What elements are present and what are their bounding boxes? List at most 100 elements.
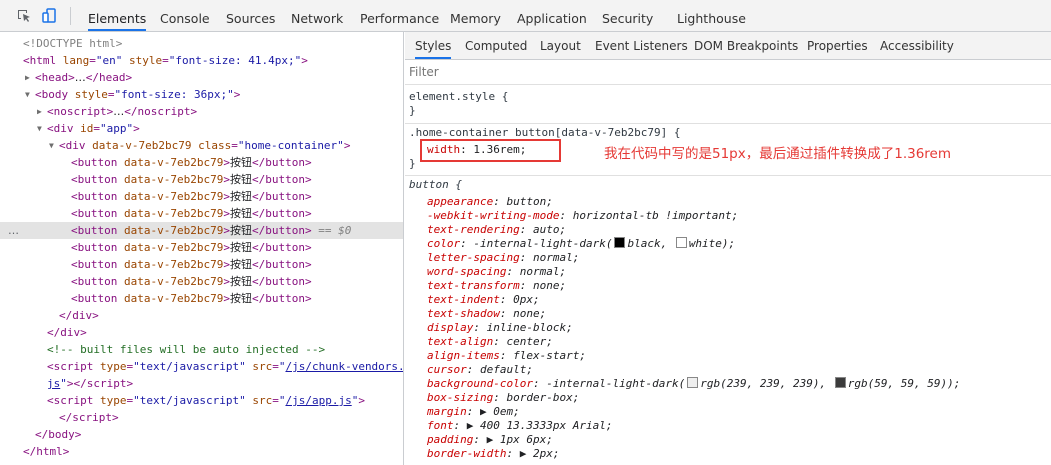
property-value: -internal-light-dark( bbox=[473, 237, 613, 250]
tab-lighthouse[interactable]: Lighthouse bbox=[677, 0, 746, 31]
property-value: normal; bbox=[532, 251, 580, 264]
comment-text: <!-- built files will be auto injected -… bbox=[47, 343, 326, 356]
styles-filter-input[interactable] bbox=[409, 63, 709, 81]
subtab-layout[interactable]: Layout bbox=[540, 32, 581, 59]
tab-application[interactable]: Application bbox=[517, 0, 587, 31]
more-options-icon[interactable]: … bbox=[8, 222, 19, 239]
css-property-background-color[interactable]: background-color: -internal-light-dark(r… bbox=[427, 377, 960, 391]
dom-div-close[interactable]: </div> bbox=[0, 324, 403, 341]
property-name: letter-spacing bbox=[427, 251, 520, 264]
property-name: margin bbox=[427, 405, 467, 418]
subtab-dom-breakpoints[interactable]: DOM Breakpoints bbox=[694, 32, 798, 59]
toolbar-divider bbox=[70, 7, 71, 25]
css-property-text-align[interactable]: text-align: center; bbox=[427, 335, 553, 349]
dom-button-node[interactable]: <button data-v-7eb2bc79>按钮</button> bbox=[0, 239, 403, 256]
css-property-cursor[interactable]: cursor: default; bbox=[427, 363, 533, 377]
dom-button-node[interactable]: <button data-v-7eb2bc79>按钮</button> bbox=[0, 256, 403, 273]
tab-elements[interactable]: Elements bbox=[88, 0, 147, 31]
annotation-note: 我在代码中写的是51px，最后通过插件转换成了1.36rem bbox=[604, 146, 952, 162]
tab-security[interactable]: Security bbox=[602, 0, 653, 31]
subtab-accessibility[interactable]: Accessibility bbox=[880, 32, 954, 59]
dom-app-div-node[interactable]: ▼ <div id="app"> bbox=[0, 120, 403, 137]
ua-button-selector[interactable]: button { bbox=[409, 178, 462, 192]
css-property-letter-spacing[interactable]: letter-spacing: normal; bbox=[427, 251, 579, 265]
tag-name: div bbox=[72, 309, 93, 322]
css-property-display[interactable]: display: inline-block; bbox=[427, 321, 573, 335]
dom-button-node[interactable]: <button data-v-7eb2bc79>按钮</button> bbox=[0, 290, 403, 307]
dom-body-close[interactable]: </body> bbox=[0, 426, 403, 443]
css-property-box-sizing[interactable]: box-sizing: border-box; bbox=[427, 391, 579, 405]
dom-button-node[interactable]: <button data-v-7eb2bc79>按钮</button> bbox=[0, 154, 403, 171]
css-property-text-rendering[interactable]: text-rendering: auto; bbox=[427, 223, 566, 237]
subtab-styles[interactable]: Styles bbox=[415, 32, 452, 59]
color-swatch[interactable] bbox=[675, 237, 687, 248]
dom-script-app-node[interactable]: <script type="text/javascript" src="/js/… bbox=[0, 392, 403, 409]
css-property-text-shadow[interactable]: text-shadow: none; bbox=[427, 307, 546, 321]
color-swatch[interactable] bbox=[614, 237, 626, 248]
css-property-border-width[interactable]: border-width: ▶ 2px; bbox=[427, 447, 559, 461]
property-name: cursor bbox=[427, 363, 467, 376]
dom-home-container-node[interactable]: ▼ <div data-v-7eb2bc79 class="home-contai… bbox=[0, 137, 403, 154]
property-value: none; bbox=[513, 307, 547, 320]
dom-button-node[interactable]: <button data-v-7eb2bc79>按钮</button> bbox=[0, 205, 403, 222]
dom-button-node[interactable]: <button data-v-7eb2bc79>按钮</button> bbox=[0, 188, 403, 205]
tag-name: html bbox=[36, 445, 63, 458]
expand-arrow-icon[interactable]: ▶ bbox=[37, 103, 47, 120]
dom-head-node[interactable]: ▶ <head>…</head> bbox=[0, 69, 403, 86]
dom-comment[interactable]: <!-- built files will be auto injected -… bbox=[0, 341, 403, 358]
dom-script-vendors-cont[interactable]: js"></script> bbox=[0, 375, 403, 392]
tag-name: button bbox=[77, 156, 118, 169]
tag-name: noscript bbox=[137, 105, 191, 118]
css-property-text-indent[interactable]: text-indent: 0px; bbox=[427, 293, 540, 307]
dom-html-close[interactable]: </html> bbox=[0, 443, 403, 460]
subtab-event-listeners[interactable]: Event Listeners bbox=[595, 32, 688, 59]
property-name: word-spacing bbox=[427, 265, 507, 278]
css-property-color[interactable]: color: -internal-light-dark(black, white… bbox=[427, 237, 735, 251]
property-value: horizontal-tb !important; bbox=[572, 209, 739, 222]
dom-div-close[interactable]: </div> bbox=[0, 307, 403, 324]
device-toolbar-icon[interactable] bbox=[40, 6, 60, 26]
dom-html-node[interactable]: <html lang="en" style="font-size: 41.4px… bbox=[0, 52, 403, 69]
tab-performance[interactable]: Performance bbox=[360, 0, 439, 31]
subtab-computed[interactable]: Computed bbox=[465, 32, 527, 59]
element-style-selector[interactable]: element.style { bbox=[409, 90, 508, 104]
tag-name: div bbox=[60, 326, 81, 339]
inspect-element-icon[interactable] bbox=[14, 6, 34, 26]
script-src-link[interactable]: /js/chunk-vendors. bbox=[285, 360, 403, 373]
collapse-arrow-icon[interactable]: ▼ bbox=[37, 120, 47, 137]
css-property-word-spacing[interactable]: word-spacing: normal; bbox=[427, 265, 566, 279]
dom-button-node[interactable]: … <button data-v-7eb2bc79>按钮</button> == … bbox=[0, 222, 403, 239]
attr-value: "en" bbox=[95, 54, 123, 67]
dom-noscript-node[interactable]: ▶ <noscript>…</noscript> bbox=[0, 103, 403, 120]
attr-name: data-v-7eb2bc79 bbox=[124, 190, 224, 203]
dom-doctype[interactable]: <!DOCTYPE html> bbox=[0, 35, 403, 52]
css-property-padding[interactable]: padding: ▶ 1px 6px; bbox=[427, 433, 553, 447]
collapse-arrow-icon[interactable]: ▼ bbox=[25, 86, 35, 103]
color-swatch[interactable] bbox=[687, 377, 699, 388]
expand-arrow-icon[interactable]: ▶ bbox=[25, 69, 35, 86]
css-property-appearance[interactable]: appearance: button; bbox=[427, 195, 553, 209]
script-src-link[interactable]: /js/app.js bbox=[285, 394, 351, 407]
css-property-margin[interactable]: margin: ▶ 0em; bbox=[427, 405, 520, 419]
css-property-font[interactable]: font: ▶ 400 13.3333px Arial; bbox=[427, 419, 612, 433]
dom-button-node[interactable]: <button data-v-7eb2bc79>按钮</button> bbox=[0, 273, 403, 290]
css-property-text-transform[interactable]: text-transform: none; bbox=[427, 279, 566, 293]
dom-script-vendors-node[interactable]: <script type="text/javascript" src="/js/… bbox=[0, 358, 403, 375]
tab-sources[interactable]: Sources bbox=[226, 0, 275, 31]
css-property-align-items[interactable]: align-items: flex-start; bbox=[427, 349, 586, 363]
color-swatch[interactable] bbox=[834, 377, 846, 388]
property-value: normal; bbox=[519, 265, 567, 278]
tab-network[interactable]: Network bbox=[291, 0, 343, 31]
collapse-arrow-icon[interactable]: ▼ bbox=[49, 137, 59, 154]
tag-name: button bbox=[77, 173, 118, 186]
script-src-link[interactable]: js bbox=[47, 377, 60, 390]
css-property-webkit-writing-mode[interactable]: -webkit-writing-mode: horizontal-tb !imp… bbox=[427, 209, 738, 223]
dom-body-node[interactable]: ▼ <body style="font-size: 36px;"> bbox=[0, 86, 403, 103]
subtab-properties[interactable]: Properties bbox=[807, 32, 868, 59]
dom-button-node[interactable]: <button data-v-7eb2bc79>按钮</button> bbox=[0, 171, 403, 188]
rule-selector-home-container-button[interactable]: .home-container button[data-v-7eb2bc79] … bbox=[409, 126, 681, 140]
tag-name: script bbox=[86, 377, 127, 390]
dom-script-close[interactable]: </script> bbox=[0, 409, 403, 426]
tab-console[interactable]: Console bbox=[160, 0, 210, 31]
tab-memory[interactable]: Memory bbox=[450, 0, 501, 31]
